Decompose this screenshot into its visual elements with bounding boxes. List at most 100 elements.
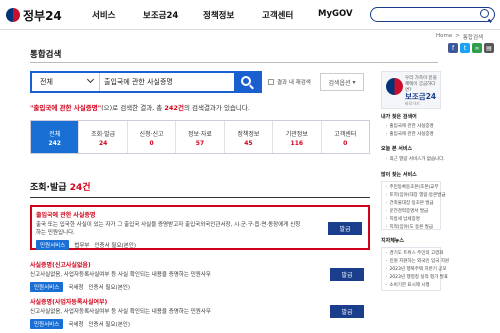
breadcrumb-current: 통합검색 bbox=[462, 35, 484, 41]
popular-service-item[interactable]: 지적(임야)도 등본 발급 bbox=[386, 224, 433, 230]
site-logo[interactable]: 정부24 bbox=[6, 6, 62, 24]
my-searches-heading: 내가 찾은 검색어 bbox=[381, 114, 417, 120]
summary-end: 의 검색결과가 있습니다. bbox=[183, 104, 250, 112]
tab-policy-info[interactable]: 정책정보 45 bbox=[224, 121, 274, 153]
result-agency: 법무부 bbox=[74, 243, 90, 249]
tab-label: 고객센터 bbox=[334, 131, 357, 138]
tab-count: 116 bbox=[290, 140, 304, 147]
print-icon[interactable]: ▤ bbox=[484, 43, 494, 53]
section-count: 24건 bbox=[69, 183, 91, 193]
result-item: 사실증명(사업자등록사실여부) 신고사실없음, 사업자등록사실여부 등 사실 확… bbox=[30, 297, 370, 329]
subsidy24-promo-banner[interactable]: 우리 가족이 받을 혜택이 궁금하다면? 보조금24 바로가기 bbox=[381, 71, 441, 109]
search-scope-select[interactable]: 전체 bbox=[32, 73, 100, 91]
tab-label: 정책정보 bbox=[237, 131, 260, 138]
nav-policy-info[interactable]: 정책정보 bbox=[203, 9, 234, 21]
breadcrumb-separator: > bbox=[455, 33, 460, 39]
search-button[interactable] bbox=[234, 73, 260, 91]
nav-subsidy24[interactable]: 보조금24 bbox=[143, 9, 178, 21]
tab-all[interactable]: 전체 242 bbox=[31, 121, 80, 153]
tab-apply-report[interactable]: 신청·신고 0 bbox=[127, 121, 177, 153]
title-divider bbox=[30, 62, 438, 63]
today-viewed-empty: 최근 열람 서비스가 없습니다. bbox=[386, 156, 444, 162]
popular-service-item[interactable]: 토지(임야)대장 열람·등본발급 bbox=[386, 192, 445, 198]
result-title[interactable]: 출입국에 관한 사실증명 bbox=[36, 210, 364, 219]
result-title[interactable]: 사실증명(신고사실없음) bbox=[30, 260, 370, 269]
tab-count: 24 bbox=[98, 140, 108, 147]
local-news-item[interactable]: 2023년 행복주택 하반기 공모 bbox=[386, 266, 446, 272]
tab-agency-info[interactable]: 기관정보 116 bbox=[273, 121, 322, 153]
search-icon bbox=[241, 76, 251, 86]
result-item: 사실증명(신고사실없음) 신고사실없음, 사업자등록사실여부 등 사실 확인되는… bbox=[30, 260, 370, 292]
popular-service-item[interactable]: 지방세 납세증명 bbox=[386, 216, 419, 222]
my-search-item[interactable]: 출입국에 관한 사실증명 bbox=[386, 131, 433, 137]
summary-keyword: "출입국에 관한 사실증명" bbox=[30, 104, 102, 112]
share-toolbar: f t ∞ ▤ bbox=[448, 43, 494, 53]
search-options-button[interactable]: 검색옵션 ▾ bbox=[320, 73, 364, 91]
main-search-bar: 전체 bbox=[30, 71, 262, 93]
result-auth: 인증서 필요(본인) bbox=[94, 243, 136, 249]
local-news-item[interactable]: 2023년 행정청 실적 평가 발표 bbox=[386, 274, 448, 280]
search-within-checkbox[interactable] bbox=[268, 79, 274, 85]
result-title[interactable]: 사실증명(사업자등록사실여부) bbox=[30, 297, 370, 306]
result-description: 신고사실없음, 사업자등록사실여부 등 사실 확인되는 내용을 증명하는 민원사… bbox=[30, 272, 211, 278]
result-agency: 국세청 bbox=[68, 322, 84, 328]
tab-customer-center[interactable]: 고객센터 0 bbox=[321, 121, 369, 153]
site-header: 정부24 서비스 보조금24 정책정보 고객센터 MyGOV bbox=[0, 0, 500, 30]
tab-count: 0 bbox=[343, 140, 348, 147]
search-within-label: 결과 내 재검색 bbox=[277, 80, 311, 86]
breadcrumb-home[interactable]: Home bbox=[436, 33, 452, 41]
result-auth: 인증서 필요(본인) bbox=[88, 285, 130, 291]
tab-label: 기관정보 bbox=[285, 131, 308, 138]
nav-mygov[interactable]: MyGOV bbox=[318, 9, 353, 19]
summary-middle: (으)로 검색한 결과, 총 bbox=[101, 104, 163, 112]
chevron-down-icon: ▾ bbox=[352, 78, 356, 86]
local-news-item[interactable]: 민원 지원하는 외국인 입국 지원 bbox=[386, 258, 449, 264]
link-share-icon[interactable]: ∞ bbox=[472, 43, 482, 53]
category-tabs: 전체 242 조회·발급 24 신청·신고 0 정보·자료 57 정책정보 45… bbox=[30, 120, 370, 154]
breadcrumb: Home > 통합검색 bbox=[436, 33, 483, 41]
nav-customer-center[interactable]: 고객센터 bbox=[262, 9, 293, 21]
issue-button[interactable]: 발급 bbox=[330, 305, 364, 318]
logo-text: 정부24 bbox=[23, 8, 62, 23]
result-description: 신고사실없음, 사업자등록사실여부 등 사실 확인되는 내용을 증명하는 민원사… bbox=[30, 309, 211, 315]
page-title: 통합검색 bbox=[30, 50, 62, 60]
search-within-results[interactable]: 결과 내 재검색 bbox=[268, 78, 311, 86]
tab-label: 전체 bbox=[49, 131, 61, 138]
popular-services-heading: 많이 찾는 서비스 bbox=[381, 172, 417, 178]
popular-service-item[interactable]: 건축물대장 등초본 발급 bbox=[386, 200, 433, 206]
service-type-badge: 민원서비스 bbox=[30, 319, 64, 329]
result-agency: 국세청 bbox=[68, 285, 84, 291]
local-news-heading: 지자체뉴스 bbox=[381, 238, 405, 244]
header-search-input[interactable] bbox=[370, 7, 495, 22]
tab-info-materials[interactable]: 정보·자료 57 bbox=[176, 121, 225, 153]
summary-total: 242건 bbox=[164, 104, 184, 112]
search-scope-value: 전체 bbox=[40, 78, 53, 86]
issue-button[interactable]: 발급 bbox=[328, 222, 362, 235]
government-emblem-icon bbox=[386, 78, 403, 95]
local-news-item[interactable]: 경기도 트위스 주민의 고령화 bbox=[386, 250, 443, 256]
search-icon[interactable] bbox=[480, 9, 489, 18]
tab-lookup-issue[interactable]: 조회·발급 24 bbox=[79, 121, 128, 153]
section-title-text: 조회·발급 bbox=[30, 183, 67, 193]
chevron-down-icon bbox=[86, 75, 95, 84]
issue-button[interactable]: 발급 bbox=[330, 268, 364, 281]
service-type-badge: 민원서비스 bbox=[30, 282, 64, 292]
facebook-share-icon[interactable]: f bbox=[448, 43, 458, 53]
section-divider bbox=[30, 197, 370, 198]
tab-label: 조회·발급 bbox=[91, 131, 116, 138]
result-summary: "출입국에 관한 사실증명"(으)로 검색한 결과, 총 242건의 검색결과가… bbox=[30, 102, 250, 112]
popular-service-item[interactable]: 주민등록등초본(조본)교부 bbox=[386, 184, 438, 190]
tab-count: 0 bbox=[149, 140, 154, 147]
popular-service-item[interactable]: 운전경력증명서 발급 bbox=[386, 208, 428, 214]
section-title: 조회·발급 24건 bbox=[30, 180, 91, 193]
service-type-badge: 민원서비스 bbox=[36, 240, 70, 250]
result-auth: 인증서 필요(본인) bbox=[88, 322, 130, 328]
result-description: 출국 또는 입국한 사실이 있는 자가 그 출입국 사실을 증명받고자 출입국외… bbox=[36, 222, 301, 236]
tab-count: 242 bbox=[48, 140, 61, 147]
my-search-item[interactable]: 출입국에 관한 사실증명 bbox=[386, 123, 433, 129]
twitter-share-icon[interactable]: t bbox=[460, 43, 470, 53]
nav-services[interactable]: 서비스 bbox=[92, 9, 115, 21]
search-input[interactable] bbox=[104, 75, 234, 89]
local-news-item[interactable]: 소비기한 표시제 시행 bbox=[386, 282, 429, 288]
tab-label: 신청·신고 bbox=[139, 131, 164, 138]
